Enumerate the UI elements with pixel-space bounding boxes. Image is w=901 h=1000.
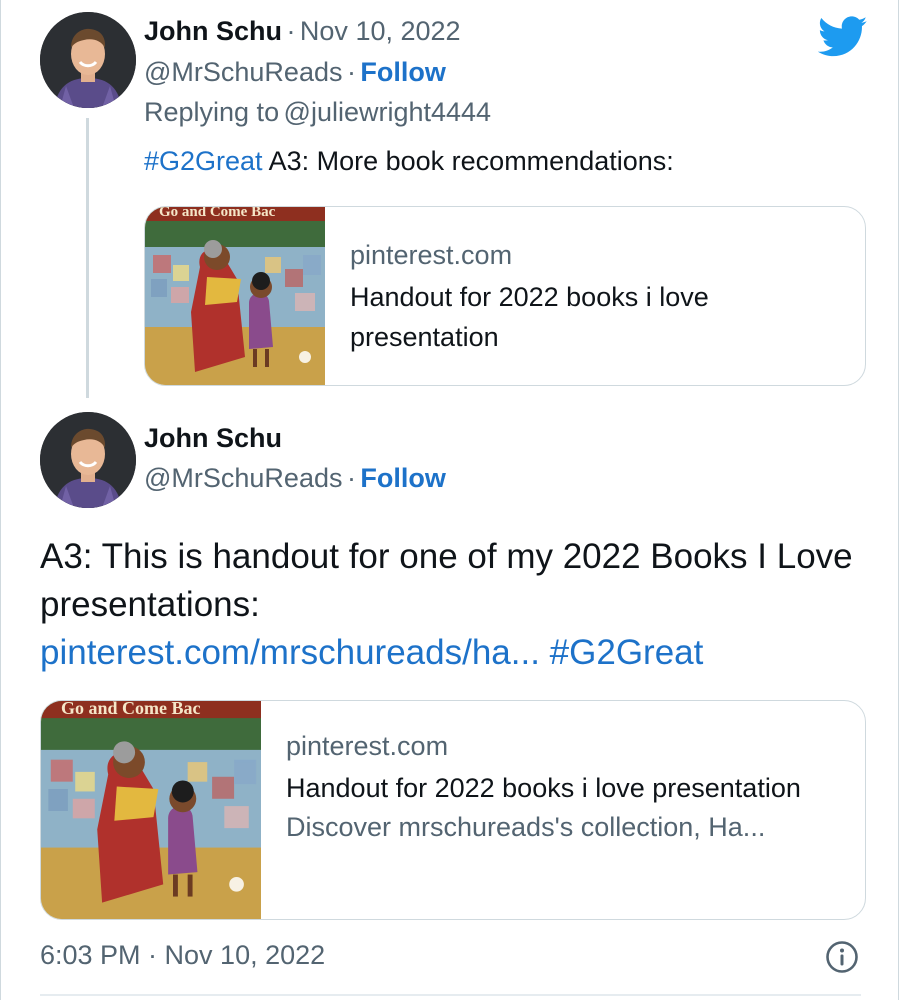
card-title: Handout for 2022 books i love presentati… [350, 282, 709, 352]
card-domain: pinterest.com [350, 240, 513, 270]
author-name[interactable]: John Schu [144, 16, 282, 46]
pinterest-link[interactable]: pinterest.com/mrschureads/ha... [40, 633, 540, 672]
tweet-body: A3: This is handout for one of my 2022 B… [40, 537, 853, 624]
replying-to: Replying to @juliewright4444 [144, 97, 491, 128]
card-domain: pinterest.com [286, 731, 449, 761]
book-cover-caption: Go and Come Bac [159, 206, 276, 220]
tweet2-header: John Schu [144, 423, 282, 454]
card-description: Discover mrschureads's collection, Ha... [286, 812, 766, 842]
tweet-date[interactable]: Nov 10, 2022 [300, 16, 461, 46]
avatar[interactable] [40, 12, 136, 108]
card-text: pinterest.com Handout for 2022 books i l… [350, 240, 840, 357]
separator: · [286, 16, 296, 46]
link-card[interactable]: Go and Come Bac pinterest.com Handout fo… [144, 206, 866, 386]
book-cover-thumbnail: Go and Come Bac [145, 207, 325, 385]
info-icon[interactable] [825, 940, 859, 974]
tweet1-text: #G2Great A3: More book recommendations: [144, 146, 674, 177]
tweet-body: A3: More book recommendations: [262, 146, 674, 176]
avatar[interactable] [40, 412, 136, 508]
replying-to-handle[interactable]: @juliewright4444 [284, 97, 492, 127]
tweet2-handle-row: @MrSchuReads · Follow [144, 463, 446, 494]
author-name[interactable]: John Schu [144, 423, 282, 453]
replying-prefix: Replying to [144, 97, 280, 127]
tweet1-header: John Schu · Nov 10, 2022 [144, 16, 461, 47]
tweet2-text: A3: This is handout for one of my 2022 B… [40, 533, 870, 677]
thread-line [86, 118, 89, 398]
hashtag-link[interactable]: #G2Great [550, 633, 704, 672]
author-handle[interactable]: @MrSchuReads [144, 463, 342, 493]
follow-button[interactable]: Follow [360, 57, 445, 87]
card-text: pinterest.com Handout for 2022 books i l… [286, 731, 846, 843]
tweet-timestamp[interactable]: 6:03 PM · Nov 10, 2022 [40, 940, 325, 971]
hashtag-link[interactable]: #G2Great [144, 146, 263, 176]
link-card[interactable]: Go and Come Bac pinterest.com Handout fo… [40, 700, 866, 920]
author-handle[interactable]: @MrSchuReads [144, 57, 342, 87]
tweet1-handle-row: @MrSchuReads · Follow [144, 57, 446, 88]
twitter-bird-icon[interactable] [817, 16, 868, 58]
book-cover-thumbnail: Go and Come Bac [41, 701, 261, 919]
card-title: Handout for 2022 books i love presentati… [286, 773, 801, 803]
separator: · [346, 57, 356, 87]
follow-button[interactable]: Follow [360, 463, 445, 493]
bottom-divider [40, 994, 861, 996]
book-cover-caption: Go and Come Bac [61, 700, 201, 718]
separator: · [346, 463, 356, 493]
